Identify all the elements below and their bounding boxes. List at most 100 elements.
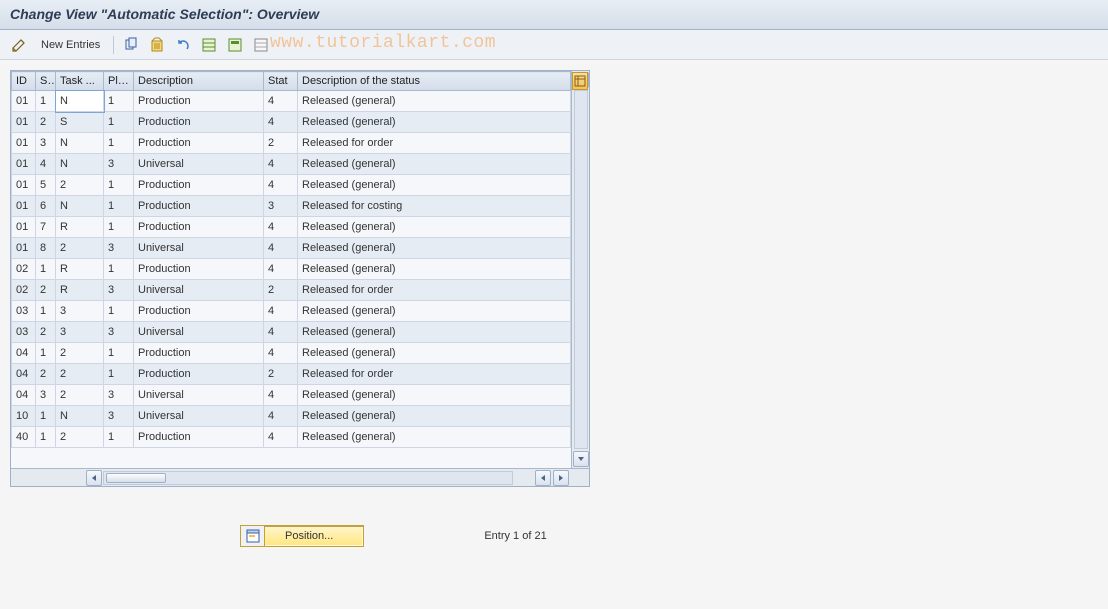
table-row[interactable]: 01521Production4Released (general): [12, 175, 571, 196]
cell-sp[interactable]: 2: [36, 112, 56, 133]
cell-sp[interactable]: 1: [36, 406, 56, 427]
delete-icon[interactable]: [146, 34, 168, 56]
table-row[interactable]: 04121Production4Released (general): [12, 343, 571, 364]
cell-task[interactable]: 2: [56, 427, 104, 448]
cell-stdesc[interactable]: Released for order: [298, 133, 571, 154]
cell-id[interactable]: 03: [12, 322, 36, 343]
cell-id[interactable]: 10: [12, 406, 36, 427]
table-row[interactable]: 011N1Production4Released (general): [12, 91, 571, 112]
table-row[interactable]: 03233Universal4Released (general): [12, 322, 571, 343]
cell-stdesc[interactable]: Released (general): [298, 91, 571, 112]
cell-stdesc[interactable]: Released for order: [298, 364, 571, 385]
scroll-thumb[interactable]: [106, 473, 166, 483]
cell-task[interactable]: 2: [56, 238, 104, 259]
cell-pla[interactable]: 3: [104, 238, 134, 259]
cell-stat[interactable]: 4: [264, 301, 298, 322]
cell-stdesc[interactable]: Released for costing: [298, 196, 571, 217]
cell-stat[interactable]: 4: [264, 217, 298, 238]
scroll-right-icon[interactable]: [553, 470, 569, 486]
cell-id[interactable]: 02: [12, 280, 36, 301]
cell-desc[interactable]: Production: [134, 133, 264, 154]
cell-stdesc[interactable]: Released (general): [298, 175, 571, 196]
cell-pla[interactable]: 1: [104, 217, 134, 238]
deselect-all-icon[interactable]: [250, 34, 272, 56]
cell-stdesc[interactable]: Released (general): [298, 217, 571, 238]
cell-stdesc[interactable]: Released (general): [298, 385, 571, 406]
cell-stdesc[interactable]: Released (general): [298, 322, 571, 343]
copy-icon[interactable]: [120, 34, 142, 56]
cell-pla[interactable]: 1: [104, 343, 134, 364]
cell-id[interactable]: 04: [12, 364, 36, 385]
cell-task[interactable]: N: [56, 196, 104, 217]
cell-task[interactable]: N: [56, 154, 104, 175]
cell-pla[interactable]: 3: [104, 322, 134, 343]
cell-pla[interactable]: 1: [104, 364, 134, 385]
table-row[interactable]: 022R3Universal2Released for order: [12, 280, 571, 301]
cell-id[interactable]: 01: [12, 175, 36, 196]
cell-stdesc[interactable]: Released (general): [298, 112, 571, 133]
scroll-left2-icon[interactable]: [535, 470, 551, 486]
cell-pla[interactable]: 1: [104, 133, 134, 154]
cell-sp[interactable]: 7: [36, 217, 56, 238]
cell-stat[interactable]: 4: [264, 238, 298, 259]
cell-desc[interactable]: Production: [134, 364, 264, 385]
cell-stat[interactable]: 4: [264, 175, 298, 196]
cell-id[interactable]: 01: [12, 154, 36, 175]
header-task[interactable]: Task ...: [56, 72, 104, 91]
cell-desc[interactable]: Production: [134, 196, 264, 217]
cell-stat[interactable]: 4: [264, 385, 298, 406]
cell-desc[interactable]: Production: [134, 427, 264, 448]
cell-desc[interactable]: Universal: [134, 238, 264, 259]
cell-pla[interactable]: 1: [104, 301, 134, 322]
scroll-down-icon[interactable]: [573, 451, 589, 467]
cell-sp[interactable]: 3: [36, 385, 56, 406]
cell-task[interactable]: R: [56, 217, 104, 238]
cell-stat[interactable]: 2: [264, 364, 298, 385]
cell-stdesc[interactable]: Released (general): [298, 343, 571, 364]
table-row[interactable]: 101N3Universal4Released (general): [12, 406, 571, 427]
table-row[interactable]: 04221Production2Released for order: [12, 364, 571, 385]
cell-stat[interactable]: 4: [264, 343, 298, 364]
table-row[interactable]: 013N1Production2Released for order: [12, 133, 571, 154]
cell-pla[interactable]: 1: [104, 112, 134, 133]
table-row[interactable]: 40121Production4Released (general): [12, 427, 571, 448]
table-row[interactable]: 03131Production4Released (general): [12, 301, 571, 322]
select-all-icon[interactable]: [198, 34, 220, 56]
cell-desc[interactable]: Production: [134, 301, 264, 322]
cell-stdesc[interactable]: Released (general): [298, 406, 571, 427]
cell-sp[interactable]: 1: [36, 343, 56, 364]
position-button[interactable]: Position...: [240, 525, 364, 547]
cell-sp[interactable]: 5: [36, 175, 56, 196]
cell-task[interactable]: 2: [56, 364, 104, 385]
cell-desc[interactable]: Universal: [134, 406, 264, 427]
cell-stat[interactable]: 2: [264, 133, 298, 154]
cell-stdesc[interactable]: Released (general): [298, 427, 571, 448]
header-stdesc[interactable]: Description of the status: [298, 72, 571, 91]
cell-task[interactable]: 2: [56, 343, 104, 364]
cell-stdesc[interactable]: Released (general): [298, 259, 571, 280]
toggle-edit-icon[interactable]: [8, 34, 30, 56]
cell-stdesc[interactable]: Released (general): [298, 154, 571, 175]
cell-pla[interactable]: 1: [104, 91, 134, 112]
cell-stat[interactable]: 2: [264, 280, 298, 301]
cell-stdesc[interactable]: Released for order: [298, 280, 571, 301]
cell-stat[interactable]: 4: [264, 154, 298, 175]
scroll-left-icon[interactable]: [86, 470, 102, 486]
table-row[interactable]: 017R1Production4Released (general): [12, 217, 571, 238]
cell-task[interactable]: 2: [56, 175, 104, 196]
cell-id[interactable]: 03: [12, 301, 36, 322]
cell-id[interactable]: 01: [12, 91, 36, 112]
cell-task[interactable]: N: [56, 91, 104, 112]
cell-sp[interactable]: 8: [36, 238, 56, 259]
header-stat[interactable]: Stat: [264, 72, 298, 91]
table-row[interactable]: 012S1Production4Released (general): [12, 112, 571, 133]
cell-sp[interactable]: 1: [36, 259, 56, 280]
cell-id[interactable]: 01: [12, 133, 36, 154]
cell-task[interactable]: 2: [56, 385, 104, 406]
cell-pla[interactable]: 1: [104, 196, 134, 217]
table-row[interactable]: 016N1Production3Released for costing: [12, 196, 571, 217]
cell-desc[interactable]: Universal: [134, 322, 264, 343]
cell-id[interactable]: 04: [12, 343, 36, 364]
cell-task[interactable]: S: [56, 112, 104, 133]
cell-pla[interactable]: 3: [104, 280, 134, 301]
